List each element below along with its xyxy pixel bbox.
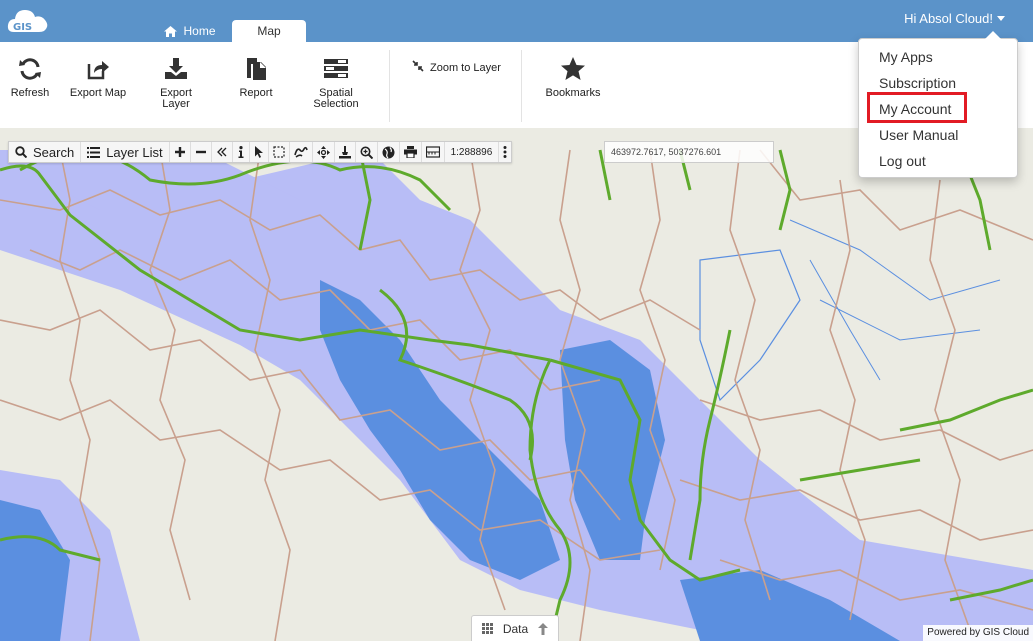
bookmarks-button[interactable]: Bookmarks xyxy=(542,56,604,99)
list-icon xyxy=(87,146,101,158)
caret-down-icon xyxy=(997,16,1005,21)
move-arrows-icon xyxy=(316,145,330,159)
globe-icon xyxy=(382,146,395,158)
export-map-label: Export Map xyxy=(69,87,127,99)
spatial-selection-button[interactable]: Spatial Selection xyxy=(308,56,364,110)
bookmarks-label: Bookmarks xyxy=(545,87,601,99)
export-layer-label-line2: Layer xyxy=(162,98,190,110)
minus-icon xyxy=(195,150,206,154)
zoom-to-layer-button[interactable]: Zoom to Layer xyxy=(412,60,501,74)
more-options-button[interactable] xyxy=(499,142,511,162)
grid-icon xyxy=(482,623,493,634)
report-button[interactable]: Report xyxy=(232,56,280,99)
zoom-out-button[interactable] xyxy=(191,142,212,162)
arrow-up-icon xyxy=(537,622,548,635)
export-map-button[interactable]: Export Map xyxy=(66,56,130,99)
user-greeting: Hi Absol Cloud! xyxy=(904,11,993,26)
search-button[interactable]: Search xyxy=(9,142,82,162)
powered-by-credit: Powered by GIS Cloud xyxy=(923,625,1033,641)
pan-tool-button[interactable] xyxy=(313,142,335,162)
tab-map[interactable]: Map xyxy=(232,20,306,42)
ribbon-divider xyxy=(521,50,522,122)
collapse-toolbar-button[interactable] xyxy=(212,142,233,162)
cursor-coordinates: 463972.7617, 5037276.601 xyxy=(604,141,774,163)
info-icon xyxy=(238,146,244,158)
map-layers xyxy=(0,149,1033,641)
stream-network xyxy=(699,249,801,402)
layer-list-label: Layer List xyxy=(106,144,163,160)
pointer-arrow-icon xyxy=(254,146,263,158)
ribbon-divider xyxy=(389,50,390,122)
basemap-button[interactable] xyxy=(378,142,400,162)
export-layer-button[interactable]: Export Layer xyxy=(152,56,200,110)
measure-button[interactable] xyxy=(422,142,445,162)
home-icon xyxy=(164,26,178,37)
dropdown-pointer xyxy=(985,31,1001,39)
map-scale: 1:288896 xyxy=(445,142,500,162)
draw-freehand-button[interactable] xyxy=(290,142,313,162)
data-panel-tab[interactable]: Data xyxy=(471,615,559,641)
refresh-icon xyxy=(19,58,41,80)
logo-text: GIS xyxy=(13,22,32,33)
refresh-button[interactable]: Refresh xyxy=(8,56,52,99)
map-toolbar: Search Layer List 1:288896 xyxy=(8,141,513,163)
vertical-ellipsis-icon xyxy=(503,146,507,158)
share-export-icon xyxy=(87,61,109,80)
info-tool-button[interactable] xyxy=(233,142,250,162)
spatial-selection-icon xyxy=(324,59,348,78)
download-icon xyxy=(165,58,187,79)
zoom-to-layer-label: Zoom to Layer xyxy=(430,62,501,74)
dashed-selection-icon xyxy=(272,146,285,158)
gis-cloud-logo[interactable]: GIS xyxy=(6,4,50,36)
top-header-bar: GIS Home Map Hi Absol Cloud! xyxy=(0,0,1033,42)
box-select-button[interactable] xyxy=(269,142,290,162)
user-menu-toggle[interactable]: Hi Absol Cloud! xyxy=(904,11,1005,26)
select-pointer-button[interactable] xyxy=(250,142,269,162)
map-pin-icon xyxy=(338,145,351,158)
report-label: Report xyxy=(239,87,273,99)
zoom-magnifier-icon xyxy=(360,146,373,159)
tab-home[interactable]: Home xyxy=(150,20,230,42)
place-marker-button[interactable] xyxy=(335,142,356,162)
print-button[interactable] xyxy=(400,142,422,162)
ruler-icon xyxy=(425,146,440,158)
menu-item-my-apps[interactable]: My Apps xyxy=(879,49,933,65)
my-account-highlight-box xyxy=(867,92,967,123)
search-label: Search xyxy=(33,144,75,160)
data-tab-label: Data xyxy=(502,621,529,636)
layer-list-button[interactable]: Layer List xyxy=(81,142,170,162)
zoom-in-button[interactable] xyxy=(170,142,191,162)
report-document-icon xyxy=(247,58,266,80)
menu-item-user-manual[interactable]: User Manual xyxy=(879,127,958,143)
star-icon xyxy=(561,57,585,80)
printer-icon xyxy=(403,146,417,158)
map-canvas[interactable] xyxy=(0,128,1033,641)
freehand-draw-icon xyxy=(293,146,308,158)
refresh-label: Refresh xyxy=(10,87,50,99)
tab-map-label: Map xyxy=(257,24,281,38)
spatial-selection-label-line2: Selection xyxy=(313,98,359,110)
menu-item-subscription[interactable]: Subscription xyxy=(879,75,956,91)
zoom-magnifier-button[interactable] xyxy=(356,142,378,162)
compress-arrows-icon xyxy=(412,60,424,72)
plus-icon xyxy=(174,147,185,157)
menu-item-log-out[interactable]: Log out xyxy=(879,153,926,169)
search-icon xyxy=(15,146,27,158)
double-chevron-left-icon xyxy=(216,147,227,157)
tab-home-label: Home xyxy=(183,24,216,38)
stream-network xyxy=(789,219,1001,381)
